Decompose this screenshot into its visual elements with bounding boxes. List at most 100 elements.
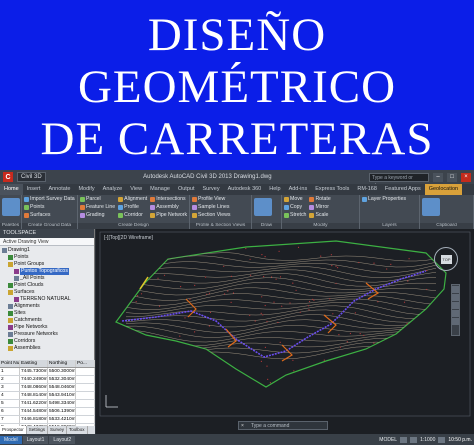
tree-node[interactable]: Pressure Networks (2, 331, 92, 338)
ribbon-command[interactable]: Feature Line (80, 204, 115, 211)
toolspace-tab[interactable]: Survey (48, 426, 68, 434)
app-logo-icon[interactable]: C (3, 172, 13, 182)
snap-icon[interactable] (410, 436, 418, 443)
table-row[interactable]: 1 7445.7300m 5500.3000m (0, 368, 95, 376)
ribbon-command[interactable]: Move (284, 196, 306, 203)
table-row[interactable]: 2 7440.2490m 5532.3040m (0, 376, 95, 384)
close-icon[interactable]: × (241, 422, 244, 430)
table-row[interactable]: 5 7441.6220m 5498.3340m (0, 400, 95, 408)
column-header[interactable]: Easting (20, 360, 48, 367)
ribbon-tab[interactable]: Geolocation (424, 184, 463, 195)
ribbon-tab[interactable]: Express Tools (311, 184, 353, 195)
tree-node[interactable]: Points (2, 254, 92, 261)
tree-node[interactable]: Alignments (2, 303, 92, 310)
toolspace-tab[interactable]: Toolbox (67, 426, 88, 434)
table-row[interactable]: 6 7444.5480m 5506.1390m (0, 408, 95, 416)
ribbon-command[interactable]: Surfaces (24, 212, 75, 219)
tree-node[interactable]: Drawing1 (2, 247, 92, 254)
maximize-button[interactable]: □ (447, 172, 457, 182)
ribbon-command[interactable]: Intersections (150, 196, 187, 203)
command-line[interactable]: × Type a command (238, 421, 328, 430)
ribbon-command[interactable]: Section Views (192, 212, 231, 219)
ribbon-command[interactable]: Alignment (118, 196, 147, 203)
model-space-toggle[interactable]: MODEL (379, 437, 397, 443)
toolspace-tab[interactable]: Prospector (0, 426, 27, 434)
workspace-gear-icon[interactable] (438, 436, 446, 443)
column-header[interactable]: Po... (76, 360, 95, 367)
layout-tab[interactable]: Model (0, 435, 22, 444)
tree-node[interactable]: Sites (2, 310, 92, 317)
table-row[interactable]: 4 7448.8140m 5543.9410m (0, 392, 95, 400)
ribbon-tab[interactable]: Analyze (99, 184, 127, 195)
workspace-dropdown[interactable]: Civil 3D (17, 172, 46, 182)
ribbon-command[interactable]: Points (24, 204, 75, 211)
ribbon-tab[interactable]: Home (0, 184, 23, 195)
ribbon-tab[interactable]: Add-ins (285, 184, 312, 195)
layout-tab[interactable]: Layout2 (49, 435, 76, 444)
ribbon-tab[interactable]: Manage (146, 184, 174, 195)
ribbon-tab[interactable]: Insert (23, 184, 45, 195)
ribbon-tab[interactable]: Autodesk 360 (224, 184, 266, 195)
tree-node[interactable]: Surfaces (2, 289, 92, 296)
ribbon-command[interactable]: Corridor (118, 212, 147, 219)
ribbon-tab[interactable]: Help (265, 184, 284, 195)
ribbon-tab[interactable]: Annotate (44, 184, 74, 195)
ribbon-command[interactable]: Rotate (309, 196, 331, 203)
viewport-label[interactable]: [-][Top][2D Wireframe] (104, 235, 153, 241)
tree-node[interactable]: Catchments (2, 317, 92, 324)
palette-icon[interactable] (422, 198, 440, 216)
ribbon-tab[interactable]: Modify (74, 184, 98, 195)
ribbon-command[interactable]: Grading (80, 212, 115, 219)
tree-node[interactable]: TERRENO NATURAL (2, 296, 92, 303)
toolspace-header[interactable]: TOOLSPACE (0, 229, 94, 238)
ribbon-command[interactable]: Scale (309, 212, 330, 219)
tree-node[interactable]: Point Clouds (2, 282, 92, 289)
drawing-viewport[interactable]: [-][Top][2D Wireframe] TOP × Type a comm… (96, 229, 474, 434)
ribbon-tab[interactable]: RM-168 (353, 184, 381, 195)
showmotion-icon[interactable] (452, 318, 459, 325)
ribbon-tab[interactable]: Survey (198, 184, 223, 195)
column-header[interactable]: Point Nu... (0, 360, 20, 367)
column-header[interactable]: Northing (48, 360, 76, 367)
table-row[interactable]: 3 7448.0860m 5548.0460m (0, 384, 95, 392)
viewcube[interactable]: TOP (434, 247, 458, 271)
ribbon-command[interactable]: Assembly (150, 204, 187, 211)
viewcube-face[interactable]: TOP (441, 255, 452, 264)
tree-node[interactable]: _All Points (2, 275, 92, 282)
pan-icon[interactable] (452, 294, 459, 301)
palette-icon[interactable] (254, 198, 272, 216)
tree-node[interactable]: Corridors (2, 338, 92, 345)
tree-node[interactable]: Puntos Topograficos (2, 268, 92, 275)
table-row[interactable]: 7 7446.8180m 5533.4210m (0, 416, 95, 424)
ribbon-command[interactable]: Layer Properties (362, 196, 406, 203)
tree-node[interactable]: Point Groups (2, 261, 92, 268)
ribbon-tab[interactable]: View (126, 184, 146, 195)
ribbon-command[interactable]: Sample Lines (192, 204, 231, 211)
ribbon-command[interactable]: Import Survey Data (24, 196, 75, 203)
toolspace-tab[interactable]: Settings (27, 426, 49, 434)
ribbon-command[interactable]: Pipe Network (150, 212, 187, 219)
toolspace-view-selector[interactable]: Active Drawing View (0, 238, 94, 246)
command-input[interactable]: Type a command (251, 423, 289, 429)
minimize-button[interactable]: – (433, 172, 443, 182)
palette-icon[interactable] (2, 198, 20, 216)
ribbon-command[interactable]: Parcel (80, 196, 115, 203)
tree-node[interactable]: Assemblies (2, 345, 92, 352)
ribbon-tab[interactable]: Featured Apps (381, 184, 425, 195)
steering-wheel-icon[interactable] (452, 286, 459, 293)
ribbon-command[interactable]: Profile (118, 204, 147, 211)
tree-node[interactable]: Pipe Networks (2, 324, 92, 331)
ribbon-tab[interactable]: Output (174, 184, 199, 195)
close-button[interactable]: × (461, 172, 471, 182)
survey-point (232, 292, 235, 294)
orbit-icon[interactable] (452, 310, 459, 317)
ribbon-command[interactable]: Mirror (309, 204, 330, 211)
annotation-scale[interactable]: 1:1000 (420, 437, 435, 443)
zoom-icon[interactable] (452, 302, 459, 309)
ribbon-command[interactable]: Copy (284, 204, 306, 211)
search-input[interactable]: Type a keyword or phrase (369, 172, 429, 189)
ribbon-command[interactable]: Profile View (192, 196, 231, 203)
grid-icon[interactable] (400, 436, 408, 443)
layout-tab[interactable]: Layout1 (22, 435, 49, 444)
ribbon-command[interactable]: Stretch (284, 212, 306, 219)
